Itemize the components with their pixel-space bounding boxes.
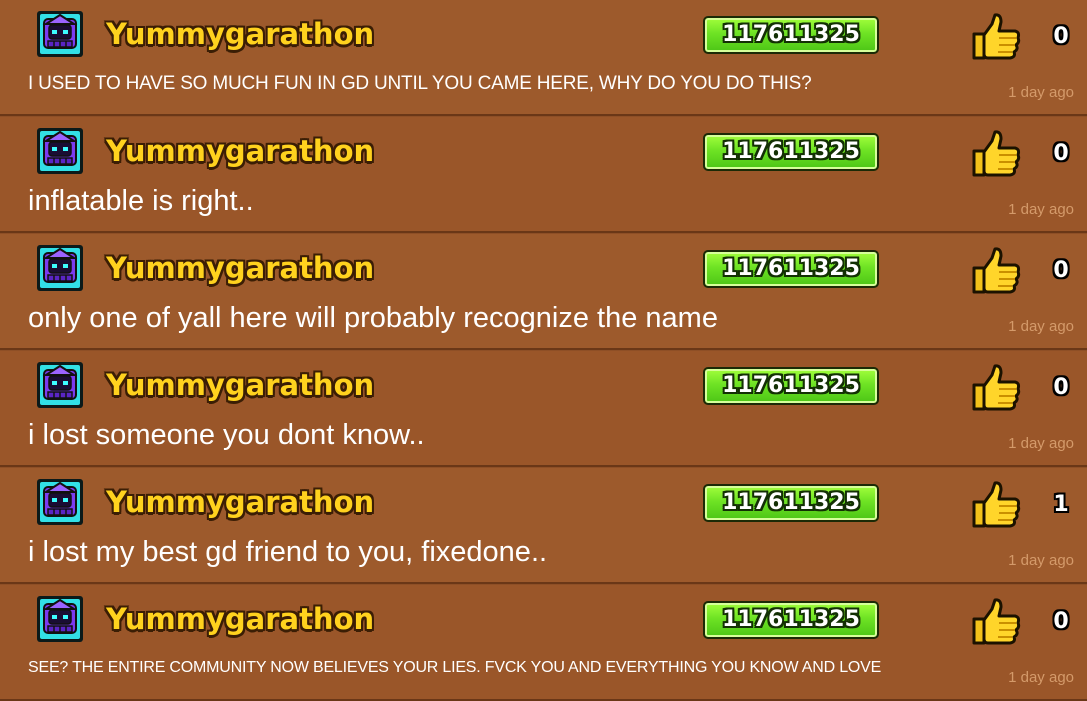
comment-timestamp: 1 day ago [1008, 435, 1074, 452]
comment-timestamp: 1 day ago [1008, 552, 1074, 569]
knight-player-icon[interactable] [36, 361, 84, 409]
thumbs-up-icon[interactable] [970, 363, 1022, 413]
comment-text: i lost my best gd friend to you, fixedon… [28, 536, 548, 568]
like-count: 0 [1053, 258, 1069, 283]
knight-player-icon[interactable] [36, 478, 84, 526]
comment-row: Yummygarathon 117611325 0 SEE? THE ENTIRE C… [0, 585, 1087, 701]
username[interactable]: Yummygarathon [106, 248, 374, 288]
knight-player-icon[interactable] [36, 595, 84, 643]
username[interactable]: Yummygarathon [106, 599, 374, 639]
comment-row: Yummygarathon 117611325 1 i lost my best gd… [0, 468, 1087, 584]
knight-player-icon[interactable] [36, 244, 84, 292]
username[interactable]: Yummygarathon [106, 14, 374, 54]
thumbs-up-icon[interactable] [970, 129, 1022, 179]
thumbs-up-icon[interactable] [970, 12, 1022, 62]
like-count: 0 [1053, 141, 1069, 166]
comment-row: Yummygarathon 117611325 0 inflatable is rig… [0, 117, 1087, 233]
player-id-badge[interactable]: 117611325 [703, 250, 879, 288]
player-id-badge[interactable]: 117611325 [703, 484, 879, 522]
like-count: 0 [1053, 609, 1069, 634]
thumbs-up-icon[interactable] [970, 597, 1022, 647]
username[interactable]: Yummygarathon [106, 131, 374, 171]
comment-text: inflatable is right.. [28, 185, 254, 217]
like-count: 0 [1053, 375, 1069, 400]
player-id-badge[interactable]: 117611325 [703, 367, 879, 405]
username[interactable]: Yummygarathon [106, 482, 374, 522]
comment-text: SEE? THE ENTIRE COMMUNITY NOW BELIEVES Y… [28, 659, 882, 676]
thumbs-up-icon[interactable] [970, 480, 1022, 530]
comment-text: I USED TO HAVE SO MUCH FUN IN GD UNTIL Y… [28, 73, 812, 94]
comment-row: Yummygarathon 117611325 0 I USED TO HAVE SO… [0, 0, 1087, 116]
player-id-badge[interactable]: 117611325 [703, 133, 879, 171]
username[interactable]: Yummygarathon [106, 365, 374, 405]
comment-text: only one of yall here will probably reco… [28, 302, 718, 334]
player-id-badge[interactable]: 117611325 [703, 601, 879, 639]
thumbs-up-icon[interactable] [970, 246, 1022, 296]
knight-player-icon[interactable] [36, 10, 84, 58]
knight-player-icon[interactable] [36, 127, 84, 175]
comment-row: Yummygarathon 117611325 0 i lost someone yo… [0, 351, 1087, 467]
comment-text: i lost someone you dont know.. [28, 419, 425, 451]
comment-list: Yummygarathon 117611325 0 I USED TO HAVE SO… [0, 0, 1087, 701]
like-count: 1 [1053, 492, 1069, 517]
comment-timestamp: 1 day ago [1008, 84, 1074, 101]
comment-timestamp: 1 day ago [1008, 669, 1074, 686]
comment-timestamp: 1 day ago [1008, 201, 1074, 218]
like-count: 0 [1053, 24, 1069, 49]
comment-row: Yummygarathon 117611325 0 only one of yall … [0, 234, 1087, 350]
comment-timestamp: 1 day ago [1008, 318, 1074, 335]
player-id-badge[interactable]: 117611325 [703, 16, 879, 54]
